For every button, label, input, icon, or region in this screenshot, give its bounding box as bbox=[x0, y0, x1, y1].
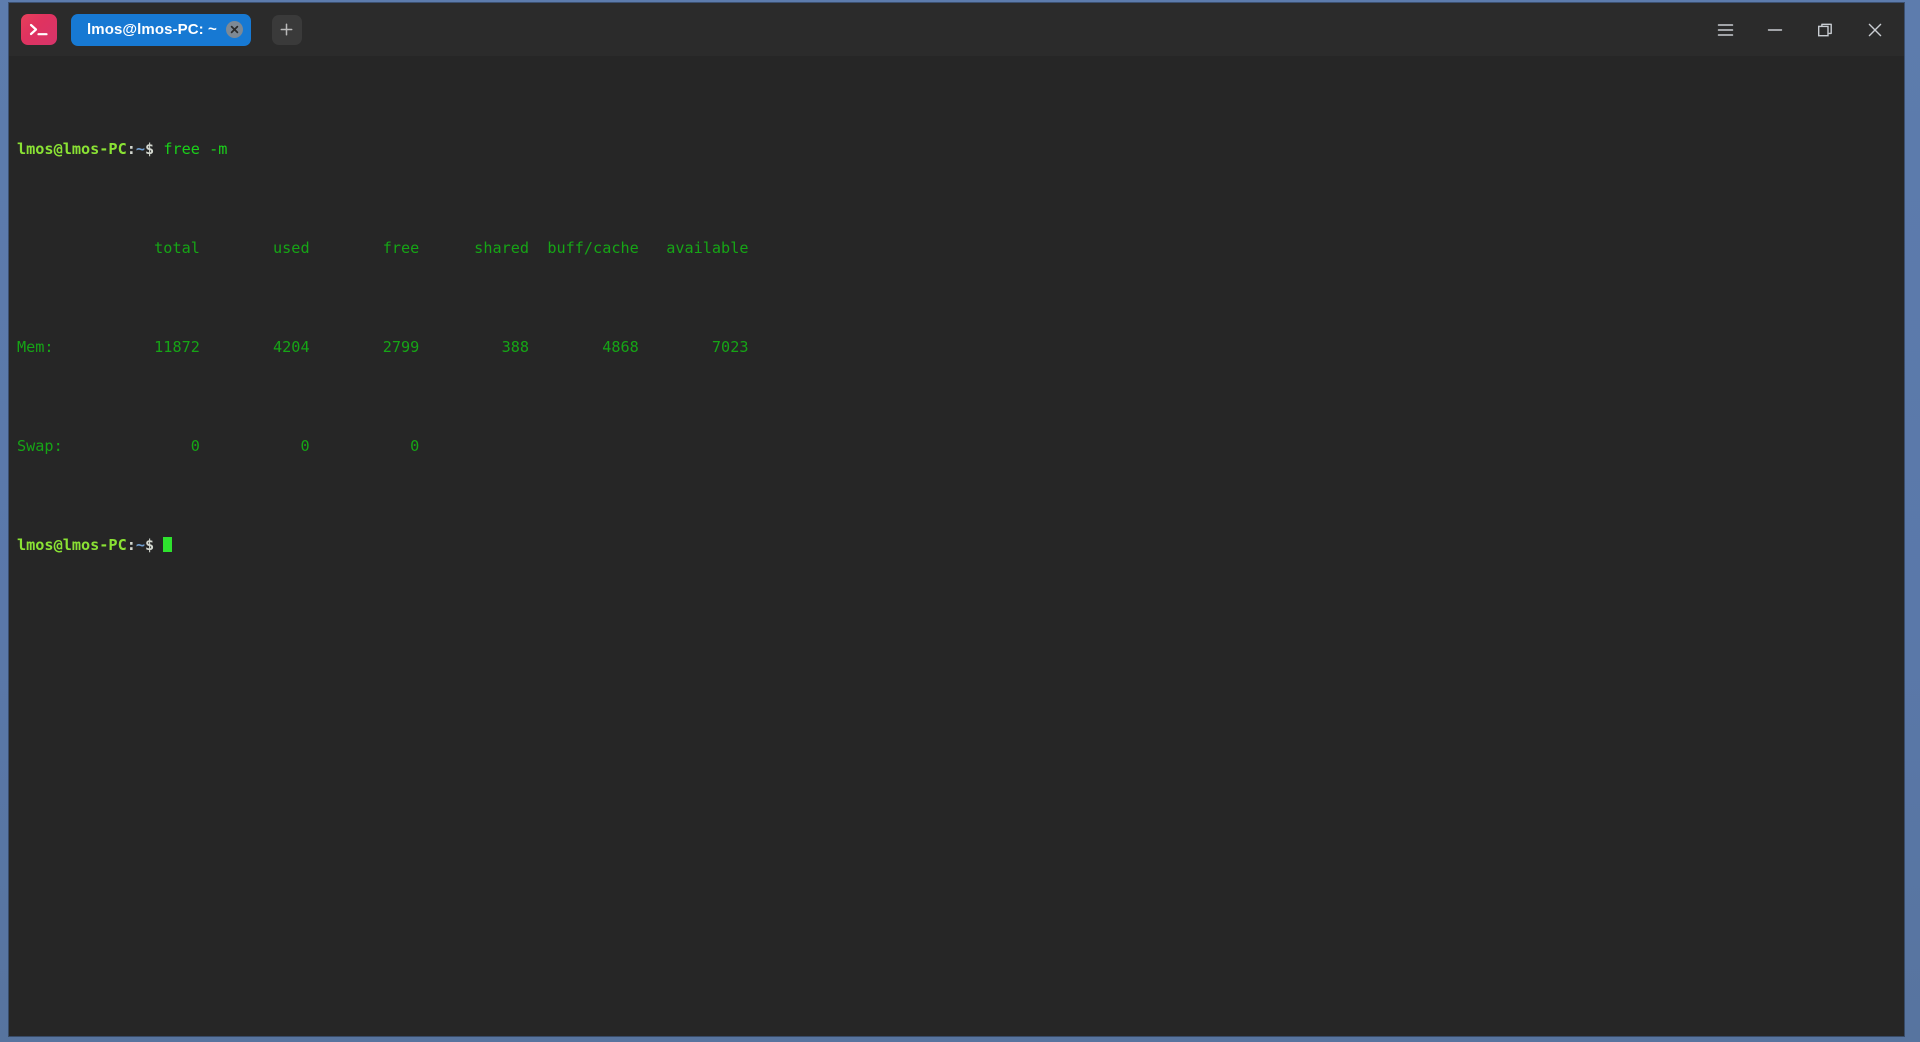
prompt-path-2: ~ bbox=[135, 536, 146, 555]
close-button[interactable] bbox=[1850, 3, 1900, 56]
desktop-background: lmos@lmos-PC: ~ lmos@lmos-PC:~$ free -m … bbox=[0, 0, 1920, 1042]
terminal-prompt-icon bbox=[21, 14, 57, 45]
prompt-sigil-2: $ bbox=[145, 536, 155, 555]
prompt-path: ~ bbox=[135, 140, 146, 159]
free-output-row-mem: Mem: 11872 4204 2799 388 4868 7023 bbox=[17, 338, 749, 357]
titlebar[interactable]: lmos@lmos-PC: ~ bbox=[9, 3, 1904, 56]
terminal-output: lmos@lmos-PC:~$ free -m total used free … bbox=[9, 61, 1904, 1036]
terminal-command-line: lmos@lmos-PC:~$ free -m bbox=[17, 140, 1904, 160]
tab-label: lmos@lmos-PC: ~ bbox=[87, 21, 217, 38]
terminal-window: lmos@lmos-PC: ~ lmos@lmos-PC:~$ free -m … bbox=[9, 3, 1904, 1036]
new-tab-button[interactable] bbox=[271, 14, 302, 45]
prompt-colon: : bbox=[126, 140, 136, 159]
maximize-restore-button[interactable] bbox=[1800, 3, 1850, 56]
prompt-colon-2: : bbox=[126, 536, 136, 555]
terminal-active-prompt-line: lmos@lmos-PC:~$ bbox=[17, 536, 1904, 556]
tab-terminal-0[interactable]: lmos@lmos-PC: ~ bbox=[71, 13, 251, 46]
free-output-row-swap: Swap: 0 0 0 bbox=[17, 437, 420, 456]
prompt-sigil: $ bbox=[145, 140, 155, 159]
text-cursor bbox=[163, 537, 173, 553]
hamburger-menu-icon[interactable] bbox=[1700, 3, 1750, 56]
prompt-user-host: lmos@lmos-PC bbox=[17, 140, 127, 159]
window-controls bbox=[1700, 3, 1900, 56]
tab-close-icon[interactable] bbox=[225, 21, 243, 38]
terminal-screen[interactable]: lmos@lmos-PC:~$ free -m total used free … bbox=[9, 56, 1904, 1036]
typed-command: free -m bbox=[163, 140, 228, 159]
minimize-button[interactable] bbox=[1750, 3, 1800, 56]
tab-strip: lmos@lmos-PC: ~ bbox=[71, 13, 302, 46]
prompt-user-host-2: lmos@lmos-PC bbox=[17, 536, 127, 555]
free-output-header: total used free shared buff/cache availa… bbox=[17, 239, 749, 258]
